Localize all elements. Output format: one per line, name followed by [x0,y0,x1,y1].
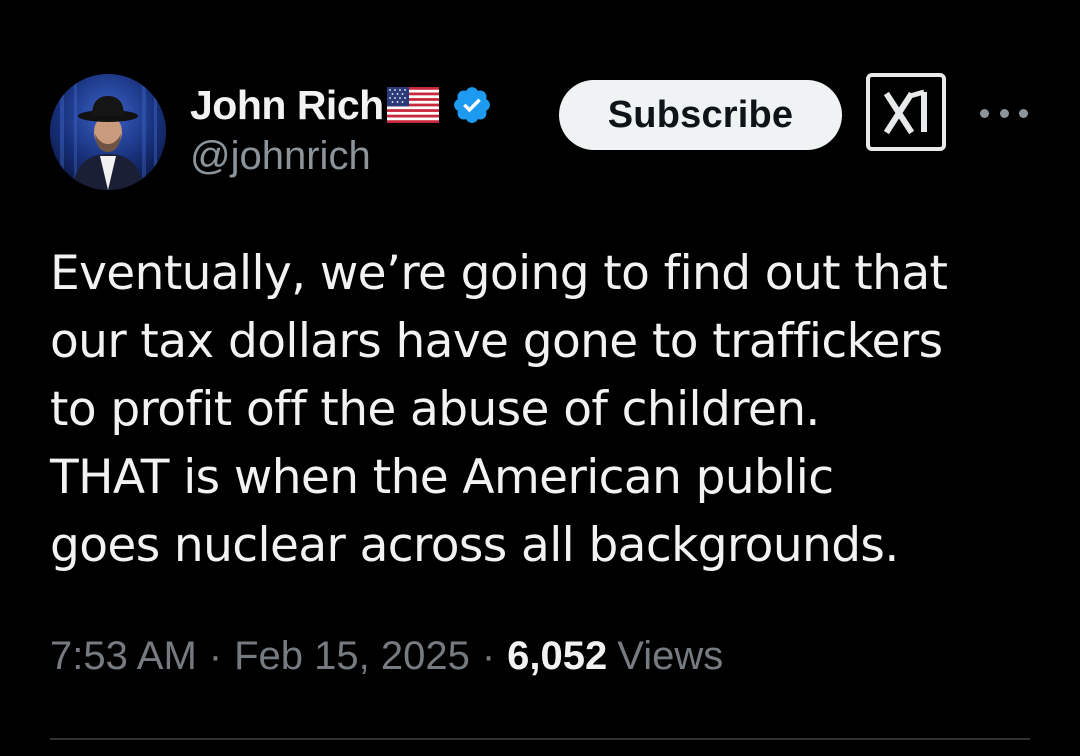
views-label: Views [617,634,724,678]
meta-separator: · [208,634,223,678]
more-dot [1019,108,1028,118]
meta-separator: · [481,634,496,678]
tweet-card: John Rich @johnrich Subscribe Eventually… [0,0,1080,756]
tweet-text-line: goes nuclear across all backgrounds. [50,518,899,573]
tweet-text-line: our tax dollars have gone to traffickers [50,314,943,369]
tweet-meta: 7:53 AM · Feb 15, 2025 · 6,052 Views [50,634,723,679]
more-dot [999,108,1009,118]
tweet-text-line: Eventually, we’re going to find out that [50,246,948,301]
grok-button[interactable] [866,73,946,151]
author-name-row: John Rich [190,80,493,130]
more-dot [980,108,989,118]
avatar-photo [50,74,166,190]
tweet-text-line: to profit off the abuse of children. [50,382,820,437]
author-display-name[interactable]: John Rich [190,82,384,129]
subscribe-button[interactable]: Subscribe [559,80,842,150]
tweet-text-line: THAT is when the American public [50,450,834,505]
views-count[interactable]: 6,052 [507,634,607,679]
avatar[interactable] [50,74,166,190]
divider [50,738,1030,740]
tweet-time[interactable]: 7:53 AM [50,634,197,679]
verified-badge-icon[interactable] [451,84,493,126]
grok-icon [883,89,927,135]
tweet-text: Eventually, we’re going to find out that… [50,240,1050,580]
us-flag-icon [386,87,439,124]
author-info: John Rich @johnrich [190,80,493,179]
more-options-icon[interactable] [980,102,1028,124]
tweet-date[interactable]: Feb 15, 2025 [234,634,470,679]
author-handle[interactable]: @johnrich [190,134,493,179]
